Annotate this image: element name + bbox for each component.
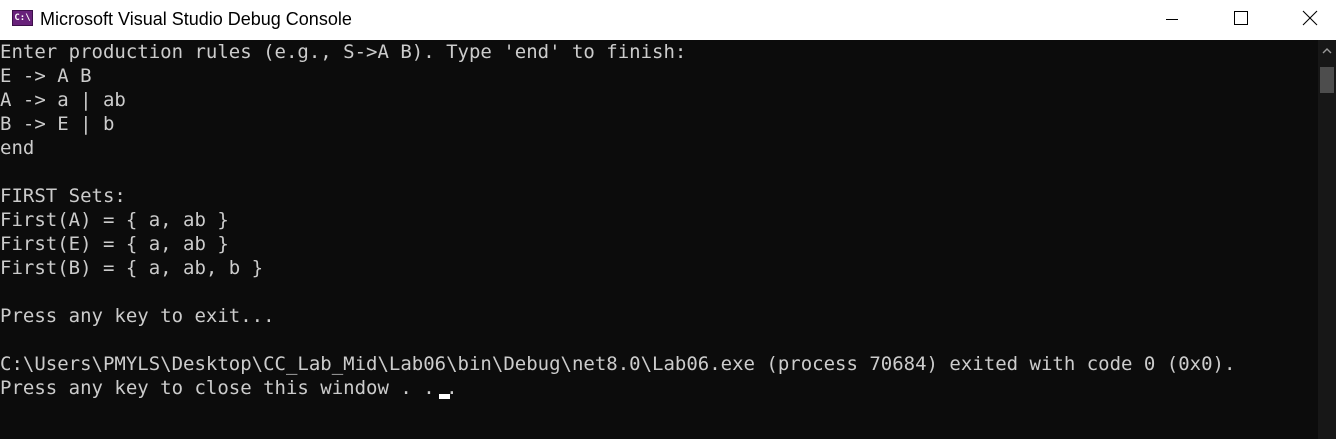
console-line: end	[0, 137, 35, 159]
console-line: Press any key to exit...	[0, 305, 275, 327]
scrollbar-thumb[interactable]	[1320, 67, 1334, 93]
close-icon	[1302, 10, 1318, 26]
console-line: E -> A B	[0, 65, 92, 87]
console-line: FIRST Sets:	[0, 185, 126, 207]
scroll-up-arrow-icon	[1322, 48, 1332, 54]
console-line: First(E) = { a, ab }	[0, 233, 229, 255]
console-output[interactable]: Enter production rules (e.g., S->A B). T…	[0, 40, 1318, 439]
console-line: B -> E | b	[0, 113, 115, 135]
close-button[interactable]	[1276, 0, 1336, 40]
console-line: Enter production rules (e.g., S->A B). T…	[0, 41, 687, 63]
minimize-icon	[1166, 19, 1178, 20]
maximize-button[interactable]	[1210, 0, 1270, 40]
maximize-icon	[1234, 11, 1248, 25]
title-bar[interactable]: C:\ Microsoft Visual Studio Debug Consol…	[0, 0, 1336, 40]
window-title: Microsoft Visual Studio Debug Console	[40, 9, 352, 29]
minimize-button[interactable]	[1142, 0, 1202, 40]
console-line: C:\Users\PMYLS\Desktop\CC_Lab_Mid\Lab06\…	[0, 353, 1236, 375]
console-line: First(B) = { a, ab, b }	[0, 257, 264, 279]
text-cursor	[439, 394, 450, 399]
console-line: First(A) = { a, ab }	[0, 209, 229, 231]
console-line: Press any key to close this window . . .	[0, 377, 458, 399]
scroll-up-button[interactable]	[1318, 40, 1336, 62]
visual-studio-console-icon: C:\	[12, 10, 33, 26]
console-line: A -> a | ab	[0, 89, 126, 111]
debug-console-window: C:\ Microsoft Visual Studio Debug Consol…	[0, 0, 1336, 439]
vertical-scrollbar[interactable]	[1318, 40, 1336, 439]
